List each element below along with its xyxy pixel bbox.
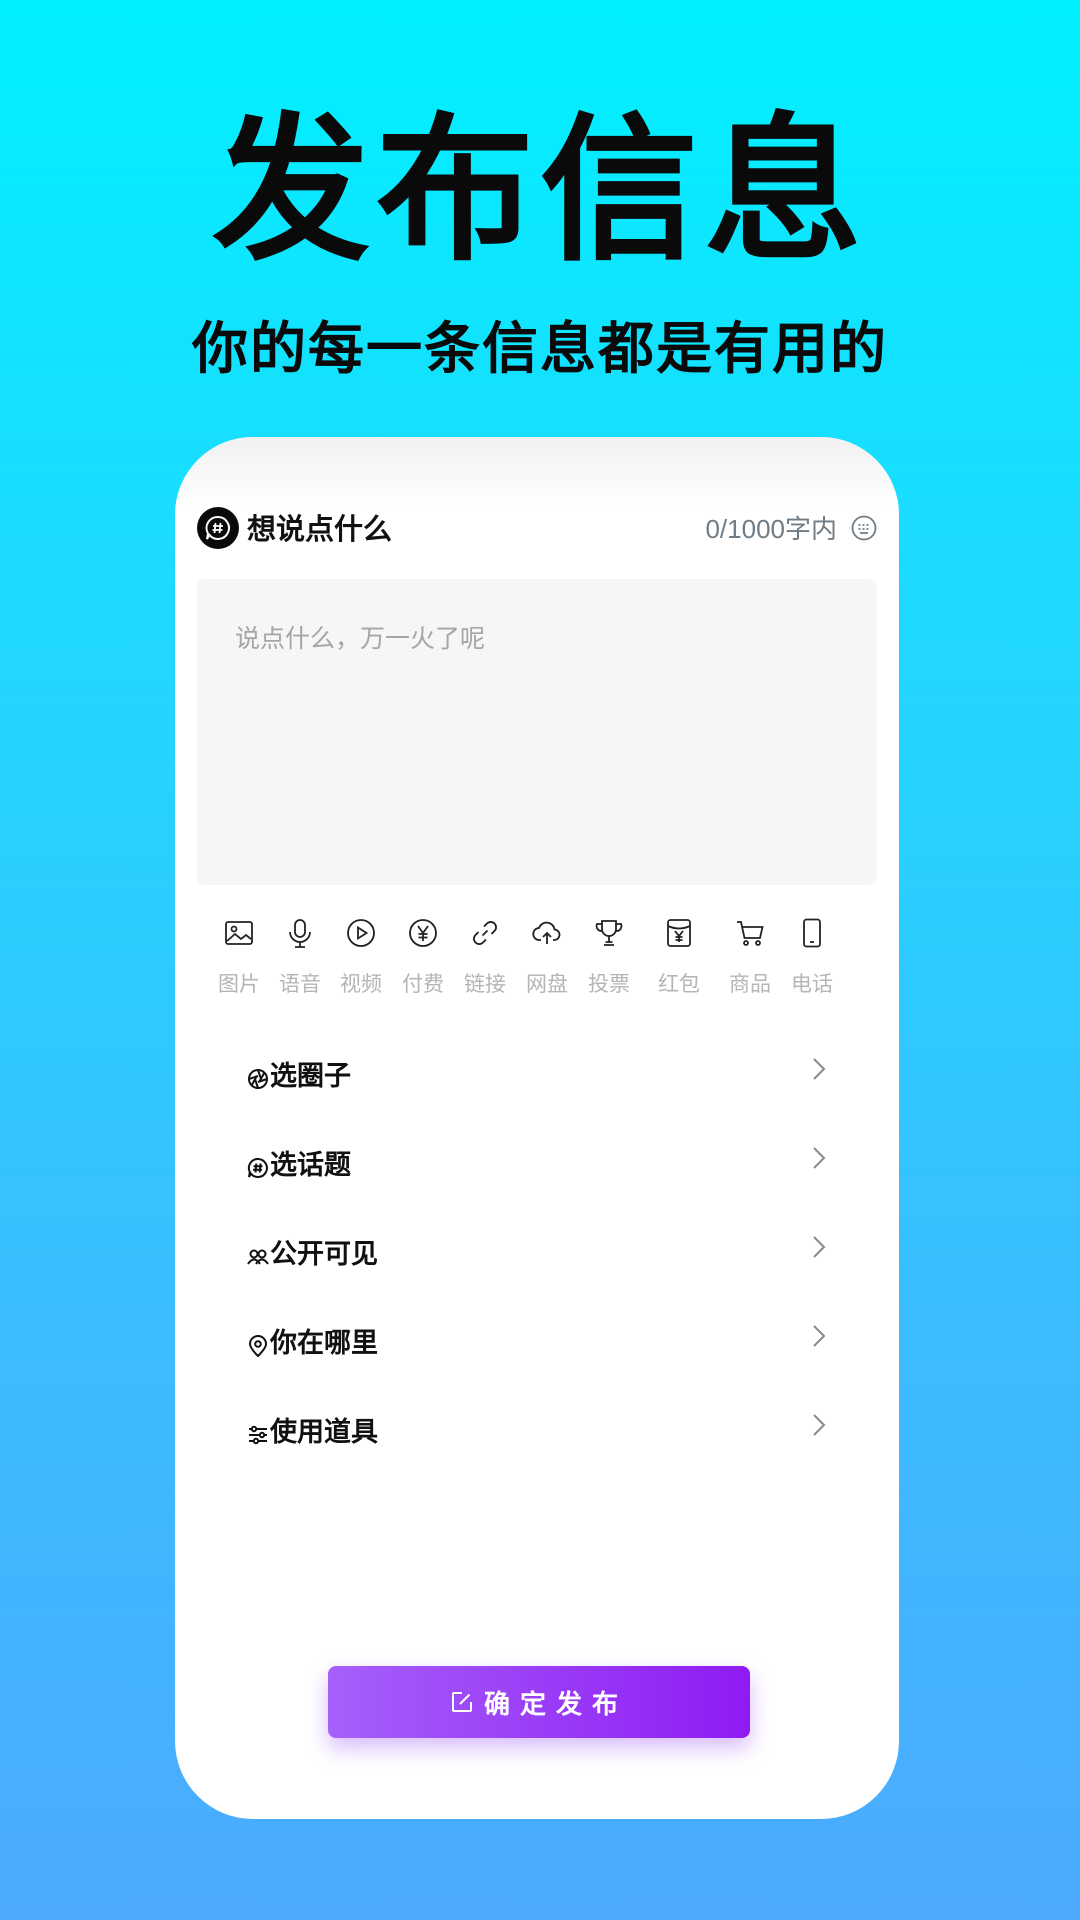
microphone-icon	[284, 917, 316, 949]
chevron-right-icon	[811, 1322, 827, 1350]
post-text-input[interactable]	[197, 579, 877, 885]
publish-button-content: 确定发布	[328, 1666, 750, 1738]
link-icon	[469, 917, 501, 949]
circle-aperture-icon	[247, 1068, 269, 1090]
edit-icon	[450, 1690, 474, 1714]
users-icon	[247, 1246, 269, 1268]
option-label: 选圈子	[270, 1061, 351, 1092]
topic-icon	[247, 1157, 269, 1179]
cloud-upload-icon	[531, 917, 563, 949]
tool-phone[interactable]: 电话	[781, 917, 843, 1009]
phone-icon	[796, 917, 828, 949]
chevron-right-icon	[811, 1144, 827, 1172]
option-label: 你在哪里	[270, 1328, 378, 1359]
chevron-right-icon	[811, 1055, 827, 1083]
tool-red-packet[interactable]: 红包	[648, 917, 710, 1009]
red-packet-icon	[663, 917, 695, 949]
option-select-circle[interactable]: 选圈子	[247, 1055, 827, 1105]
compose-header: 想说点什么 0/1000字内	[197, 505, 877, 555]
hero-title: 发布信息	[212, 99, 868, 283]
option-use-props[interactable]: 使用道具	[247, 1411, 827, 1461]
option-location[interactable]: 你在哪里	[247, 1322, 827, 1372]
compose-card: 想说点什么 0/1000字内 图片 语音	[175, 437, 899, 1819]
publish-label: 确定发布	[483, 1689, 628, 1720]
publish-button[interactable]: 确定发布	[328, 1666, 750, 1738]
tool-label: 红包	[658, 972, 700, 996]
sliders-icon	[247, 1424, 269, 1446]
chevron-right-icon	[811, 1233, 827, 1261]
option-label: 选话题	[270, 1150, 351, 1181]
play-icon	[345, 917, 377, 949]
option-select-topic[interactable]: 选话题	[247, 1144, 827, 1194]
option-label: 使用道具	[270, 1417, 378, 1448]
tool-label: 电话	[791, 972, 833, 996]
image-icon	[223, 917, 255, 949]
char-counter: 0/1000字内	[705, 514, 837, 544]
compose-title: 想说点什么	[247, 512, 393, 546]
option-visibility[interactable]: 公开可见	[247, 1233, 827, 1283]
hero-subtitle: 你的每一条信息都是有用的	[192, 317, 888, 382]
trophy-icon	[593, 917, 625, 949]
option-label: 公开可见	[270, 1239, 378, 1270]
keyboard-icon[interactable]	[851, 515, 877, 541]
tool-vote[interactable]: 投票	[578, 917, 640, 1009]
cart-icon	[734, 917, 766, 949]
hashtag-chat-icon	[197, 507, 239, 549]
location-icon	[247, 1335, 269, 1358]
yen-coin-icon	[407, 917, 439, 949]
chevron-right-icon	[811, 1411, 827, 1439]
